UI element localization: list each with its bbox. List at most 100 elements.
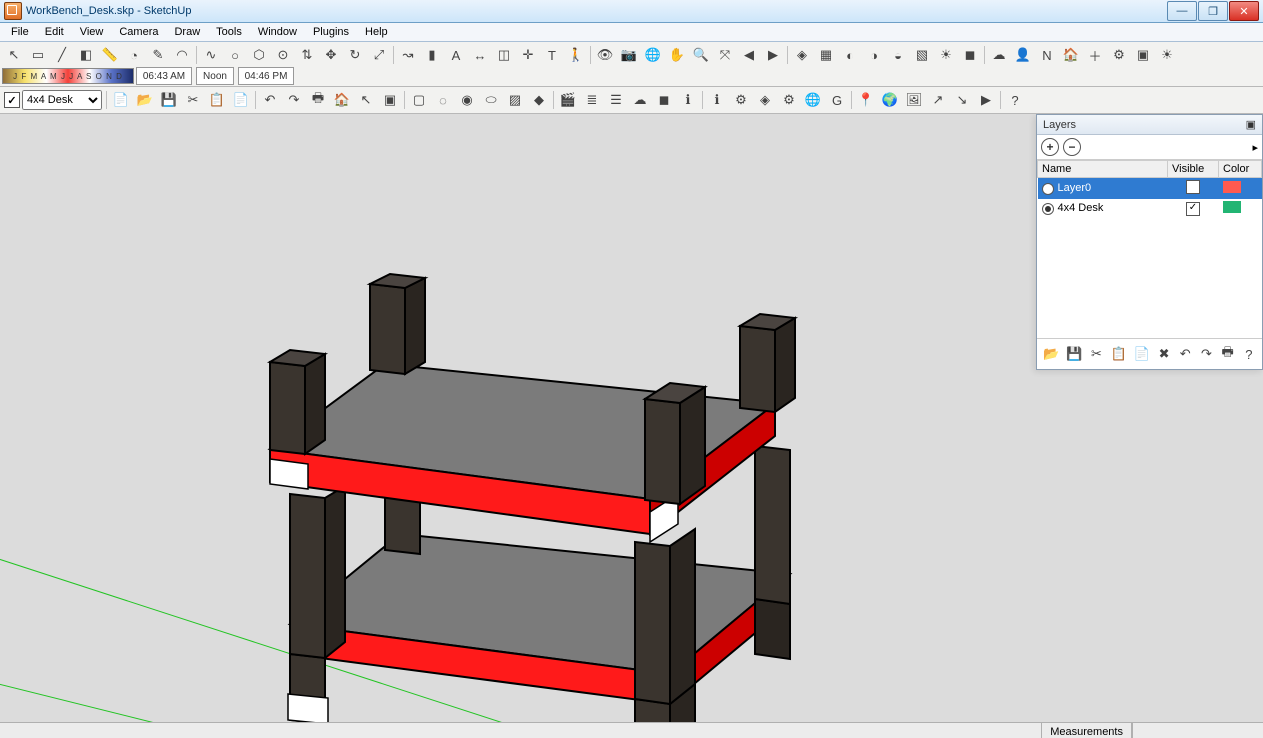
col-name[interactable]: Name	[1038, 161, 1168, 178]
shade2-tool[interactable]: ◑	[863, 44, 885, 66]
freehand-tool[interactable]: ∿	[200, 44, 222, 66]
menu-view[interactable]: View	[73, 25, 111, 39]
tape-tool[interactable]: 📏	[99, 44, 121, 66]
redo-button[interactable]: ↷	[283, 89, 305, 111]
footer-paste-button[interactable]: 📄	[1133, 343, 1151, 365]
offset-tool[interactable]: ⊙	[272, 44, 294, 66]
footer-redo-button[interactable]: ↷	[1198, 343, 1214, 365]
pan-tool[interactable]: ✋	[666, 44, 688, 66]
zoomext-tool[interactable]: ⤧	[714, 44, 736, 66]
menu-edit[interactable]: Edit	[38, 25, 71, 39]
walk-tool[interactable]: 🚶	[565, 44, 587, 66]
scene-button[interactable]: 🎬	[557, 89, 579, 111]
shadow-tool[interactable]: ◼	[959, 44, 981, 66]
eraser-tool[interactable]: ◧	[75, 44, 97, 66]
layer-visible-checkbox[interactable]: ✓	[1186, 202, 1200, 216]
menu-draw[interactable]: Draw	[167, 25, 207, 39]
style-button[interactable]: ◆	[528, 89, 550, 111]
layers-button[interactable]: ≣	[581, 89, 603, 111]
unhide-button[interactable]: ◉	[456, 89, 478, 111]
print-button[interactable]: 🖶	[307, 89, 329, 111]
geo-button[interactable]: 🌍	[879, 89, 901, 111]
shad2-button[interactable]: ◼	[653, 89, 675, 111]
ruby-button[interactable]: ◈	[754, 89, 776, 111]
xray-tool[interactable]: ▦	[815, 44, 837, 66]
layer-dropdown[interactable]: 4x4 Desk	[22, 90, 102, 110]
layers-panel-title[interactable]: Layers ▣	[1037, 115, 1262, 135]
rect-tool[interactable]: ▭	[27, 44, 49, 66]
col-visible[interactable]: Visible	[1168, 161, 1219, 178]
panel-menu-icon[interactable]: ▣	[1246, 118, 1256, 131]
layer-color-swatch[interactable]	[1223, 201, 1241, 213]
fog2-button[interactable]: ☁	[629, 89, 651, 111]
footer-print-button[interactable]: 🖶	[1220, 343, 1236, 365]
followme-tool[interactable]: ↝	[397, 44, 419, 66]
line-tool[interactable]: ╱	[51, 44, 73, 66]
mat-button[interactable]: ▨	[504, 89, 526, 111]
measurements-field[interactable]	[1132, 723, 1263, 738]
model-button[interactable]: 🏠	[331, 89, 353, 111]
layer-active-radio[interactable]	[1042, 203, 1054, 215]
pencil-tool[interactable]: ✎	[147, 44, 169, 66]
layers-panel[interactable]: Layers ▣ + − ▸ Name Visible Color Layer0…	[1036, 114, 1263, 370]
ext-tool[interactable]: ⚙	[1108, 44, 1130, 66]
remove-layer-button[interactable]: −	[1063, 138, 1081, 156]
group-button[interactable]: ▢	[408, 89, 430, 111]
footer-open-button[interactable]: 📂	[1042, 343, 1060, 365]
comp-button[interactable]: ▣	[379, 89, 401, 111]
copy-button[interactable]: 📋	[206, 89, 228, 111]
hidden-tool[interactable]: ▧	[911, 44, 933, 66]
entity-button[interactable]: ℹ	[677, 89, 699, 111]
cut-button[interactable]: ✂	[182, 89, 204, 111]
layer-row[interactable]: Layer0	[1038, 178, 1262, 200]
circle-tool[interactable]: ○	[224, 44, 246, 66]
warehouse-tool[interactable]: 🏠	[1060, 44, 1082, 66]
3dw-button[interactable]: 🌐	[802, 89, 824, 111]
new-button[interactable]: 📄	[110, 89, 132, 111]
cursor-tool[interactable]: ↖	[3, 44, 25, 66]
pushpull-tool[interactable]: ⇅	[296, 44, 318, 66]
prev-tool[interactable]: ◀	[738, 44, 760, 66]
dim-tool[interactable]: ↔	[469, 44, 491, 66]
axes-tool[interactable]: ✛	[517, 44, 539, 66]
layer-color-swatch[interactable]	[1223, 181, 1241, 193]
menu-camera[interactable]: Camera	[112, 25, 165, 39]
layer-visible-check[interactable]: ✓	[4, 92, 20, 108]
anim-button[interactable]: ▶	[975, 89, 997, 111]
3dtext-tool[interactable]: T	[541, 44, 563, 66]
move-tool[interactable]: ✥	[320, 44, 342, 66]
next-tool[interactable]: ▶	[762, 44, 784, 66]
maximize-button[interactable]: ❐	[1198, 1, 1228, 21]
layer-visible-checkbox[interactable]	[1186, 180, 1200, 194]
footer-copy-button[interactable]: 📋	[1110, 343, 1128, 365]
export-button[interactable]: ↗	[927, 89, 949, 111]
select2-button[interactable]: ↖	[355, 89, 377, 111]
arc-tool[interactable]: ◠	[171, 44, 193, 66]
menu-file[interactable]: File	[4, 25, 36, 39]
pref-button[interactable]: ⚙	[730, 89, 752, 111]
loc-button[interactable]: 📍	[855, 89, 877, 111]
menu-help[interactable]: Help	[358, 25, 395, 39]
add-layer-button[interactable]: +	[1041, 138, 1059, 156]
shade3-tool[interactable]: ◒	[887, 44, 909, 66]
help-button[interactable]: ?	[1004, 89, 1026, 111]
menu-tools[interactable]: Tools	[209, 25, 249, 39]
scale-tool[interactable]: ⤢	[368, 44, 390, 66]
shade-tool[interactable]: ◐	[839, 44, 861, 66]
shadow-toggle[interactable]: ☀	[1156, 44, 1178, 66]
footer-help-button[interactable]: ?	[1241, 343, 1257, 365]
position-tool[interactable]: 📷	[618, 44, 640, 66]
img-button[interactable]: 🖼	[903, 89, 925, 111]
layers-menu-icon[interactable]: ▸	[1252, 141, 1258, 154]
orbit-tool[interactable]: 🌐	[642, 44, 664, 66]
shadow-time-end[interactable]: 04:46 PM	[238, 67, 294, 85]
footer-save-button[interactable]: 💾	[1065, 343, 1083, 365]
polygon-tool[interactable]: ⬡	[248, 44, 270, 66]
outliner-button[interactable]: ☰	[605, 89, 627, 111]
open-button[interactable]: 📂	[134, 89, 156, 111]
shadow-time-start[interactable]: 06:43 AM	[136, 67, 192, 85]
undo-button[interactable]: ↶	[259, 89, 281, 111]
comp-tool[interactable]: ▣	[1132, 44, 1154, 66]
north-tool[interactable]: N	[1036, 44, 1058, 66]
sun-tool[interactable]: ☀	[935, 44, 957, 66]
